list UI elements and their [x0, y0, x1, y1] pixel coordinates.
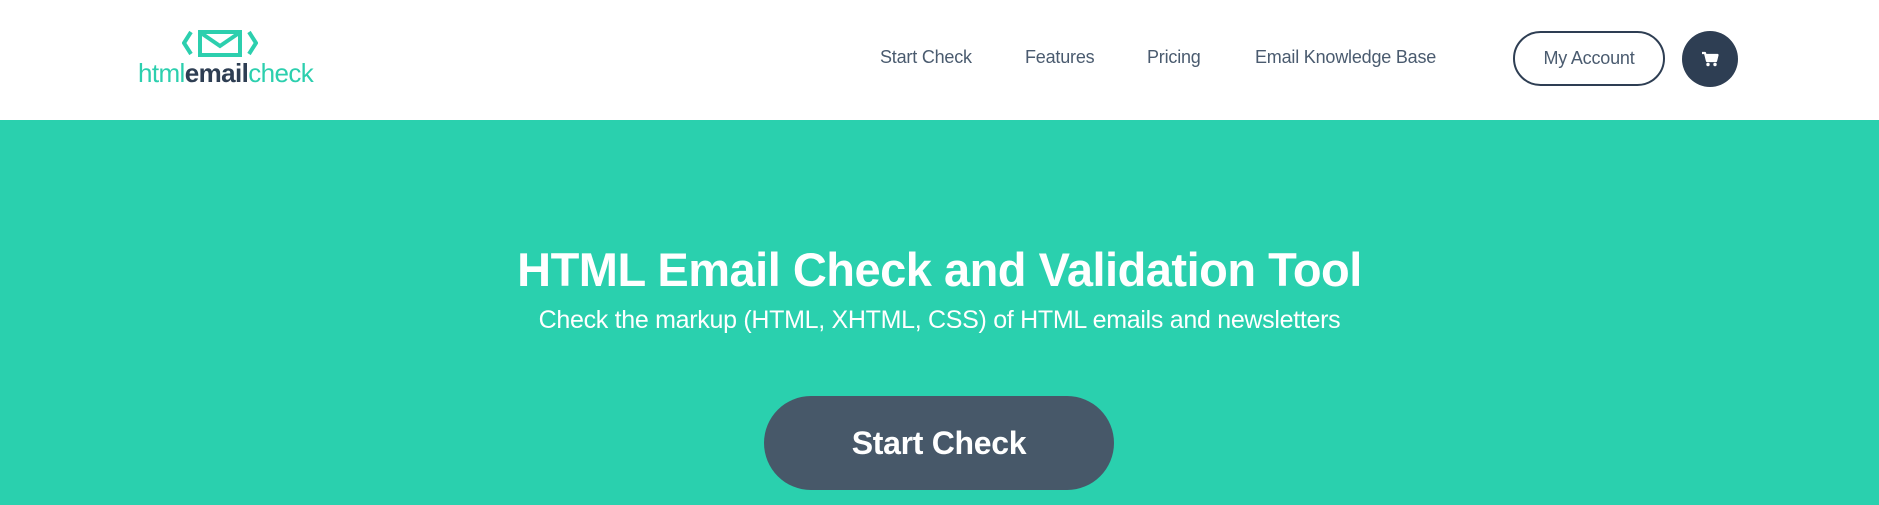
- site-header: htmlemailcheck Start Check Features Pric…: [0, 0, 1879, 120]
- site-logo[interactable]: htmlemailcheck: [138, 27, 318, 89]
- cart-button[interactable]: [1682, 31, 1738, 87]
- nav-pricing[interactable]: Pricing: [1147, 47, 1201, 68]
- nav-start-check[interactable]: Start Check: [880, 47, 972, 68]
- logo-text-html: html: [138, 58, 185, 88]
- nav-email-knowledge-base[interactable]: Email Knowledge Base: [1255, 47, 1436, 68]
- envelope-brackets-icon: [182, 30, 258, 57]
- my-account-button[interactable]: My Account: [1513, 31, 1665, 86]
- nav-features[interactable]: Features: [1025, 47, 1095, 68]
- logo-text-email: email: [184, 58, 249, 88]
- hero-section: HTML Email Check and Validation Tool Che…: [0, 120, 1879, 505]
- logo-wordmark: htmlemailcheck: [138, 58, 314, 88]
- start-check-button[interactable]: Start Check: [764, 396, 1114, 490]
- shopping-cart-icon: [1702, 51, 1719, 67]
- hero-title: HTML Email Check and Validation Tool: [517, 243, 1362, 296]
- hero-subtitle: Check the markup (HTML, XHTML, CSS) of H…: [538, 306, 1341, 334]
- logo-text-check: check: [248, 58, 314, 88]
